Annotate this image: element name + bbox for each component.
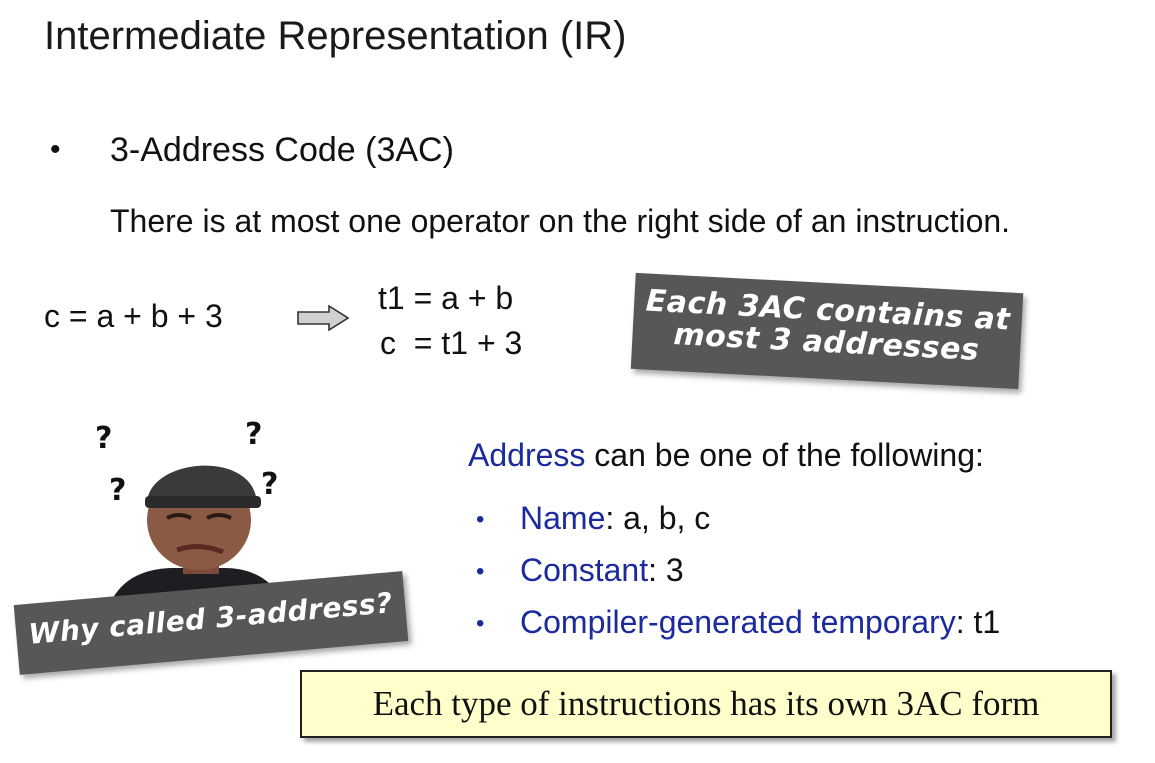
- bullet-symbol: •: [476, 506, 485, 533]
- footer-callout: Each type of instructions has its own 3A…: [300, 670, 1112, 738]
- question-mark-4: ?: [261, 467, 278, 502]
- bullet-symbol: •: [476, 610, 485, 637]
- description: There is at most one operator on the rig…: [110, 203, 1011, 239]
- bullet-symbol: •: [476, 558, 485, 585]
- address-item-term: Name: [520, 500, 606, 536]
- code-translated-line-2: c = t1 + 3: [380, 325, 523, 361]
- address-item-value: : 3: [648, 552, 684, 588]
- address-term: Address: [468, 437, 586, 473]
- slide-title: Intermediate Representation (IR): [44, 14, 627, 58]
- address-item-term: Constant: [520, 552, 649, 588]
- contains-note-callout: Each 3AC contains at most 3 addresses: [630, 272, 1024, 390]
- address-item-value: : a, b, c: [605, 500, 711, 536]
- code-original: c = a + b + 3: [44, 298, 223, 334]
- question-text: Why called 3-address?: [27, 586, 394, 651]
- code-translated-line-1: t1 = a + b: [378, 280, 514, 316]
- address-item-term: Compiler-generated temporary: [520, 604, 956, 640]
- contains-note-text: Each 3AC contains at most 3 addresses: [644, 283, 1012, 368]
- question-mark-1: ?: [95, 421, 112, 456]
- address-heading: Address can be one of the following:: [468, 437, 984, 474]
- list-item: • Constant: 3: [476, 552, 1000, 604]
- footer-text: Each type of instructions has its own 3A…: [372, 684, 1040, 723]
- bullet-symbol: •: [50, 133, 61, 166]
- list-item: • Compiler-generated temporary: t1: [476, 604, 1000, 656]
- address-item-value: : t1: [955, 604, 1001, 640]
- list-item: • Name: a, b, c: [476, 500, 1000, 552]
- address-heading-rest: can be one of the following:: [585, 437, 984, 473]
- subtitle: 3-Address Code (3AC): [110, 131, 454, 169]
- address-list: • Name: a, b, c • Constant: 3 • Compiler…: [476, 500, 1000, 656]
- question-mark-3: ?: [109, 473, 126, 508]
- question-mark-2: ?: [245, 418, 262, 452]
- right-arrow-icon: [297, 305, 349, 331]
